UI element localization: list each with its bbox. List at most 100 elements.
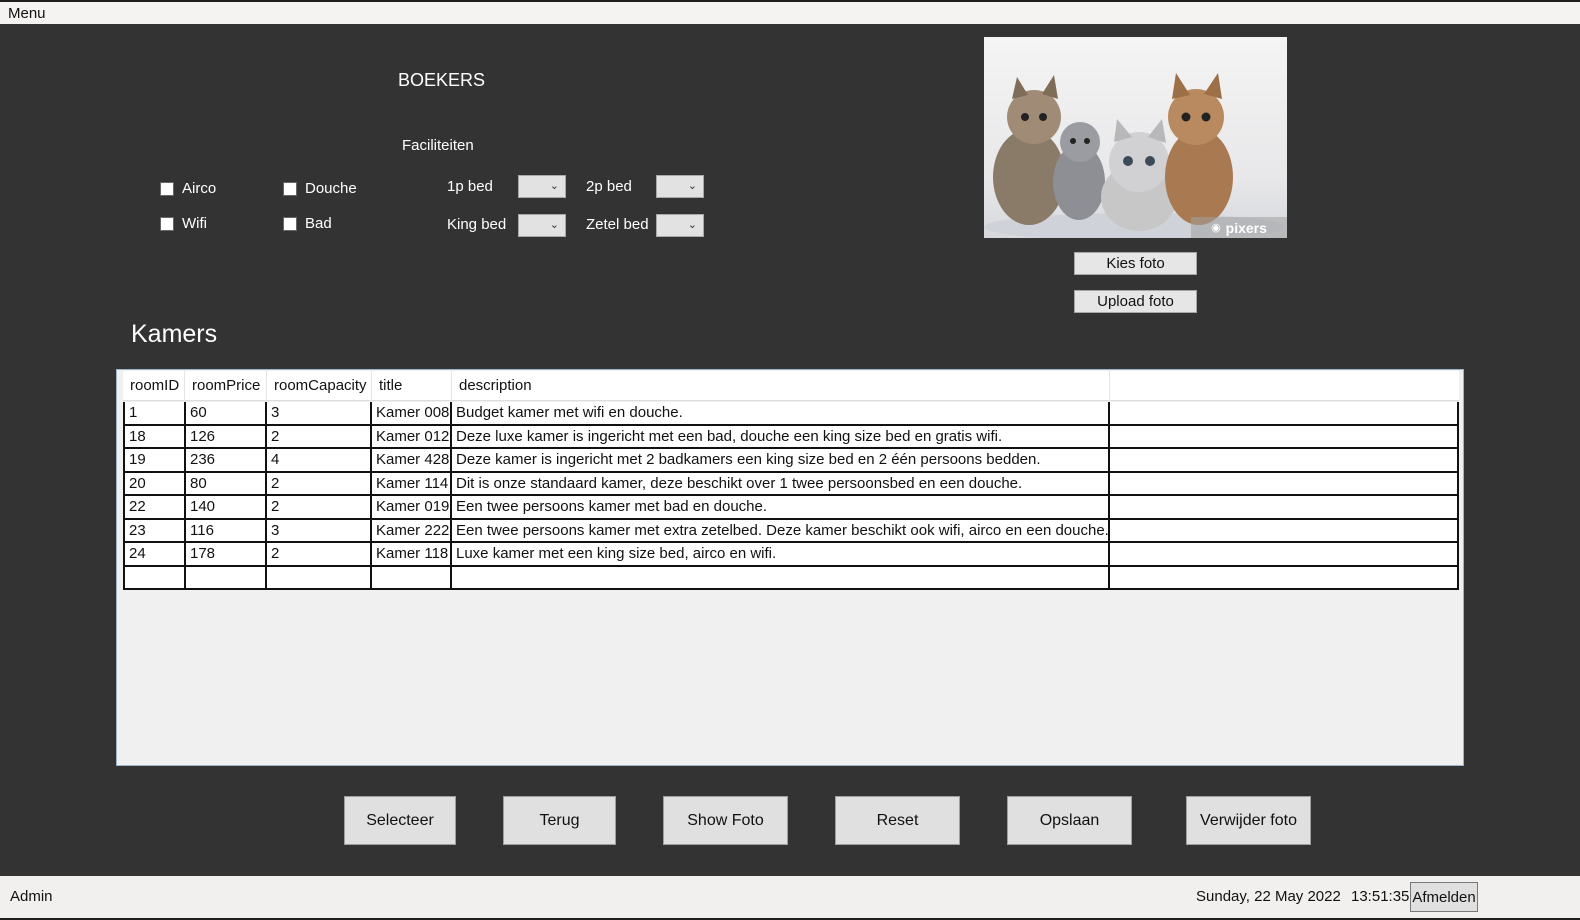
choose-photo-button[interactable]: Kies foto	[1074, 252, 1197, 275]
cell-filler	[1110, 472, 1459, 495]
checkbox-label-airco: Airco	[182, 180, 217, 197]
checkbox-douche[interactable]: Douche	[283, 180, 357, 197]
back-button[interactable]: Terug	[503, 796, 616, 845]
cell-title[interactable]: Kamer 118	[372, 543, 452, 565]
table-row[interactable]: 1 60 3 Kamer 008 Budget kamer met wifi e…	[123, 402, 1459, 426]
menu-item-menu[interactable]: Menu	[8, 5, 46, 22]
select-button[interactable]: Selecteer	[344, 796, 456, 845]
cell-roomid[interactable]: 1	[123, 402, 186, 424]
status-bar: Admin Sunday, 22 May 2022 13:51:35 Afmel…	[0, 876, 1580, 920]
chevron-down-icon: ⌄	[549, 180, 559, 192]
cell-roomcapacity[interactable]: 3	[267, 402, 372, 424]
rooms-table[interactable]: roomID roomPrice roomCapacity title desc…	[116, 369, 1464, 766]
page-title: BOEKERS	[398, 70, 486, 90]
logout-button[interactable]: Afmelden	[1410, 882, 1478, 912]
cell-roomcapacity[interactable]: 2	[267, 425, 372, 448]
table-header: roomID roomPrice roomCapacity title desc…	[123, 371, 1459, 401]
table-row[interactable]: 24 178 2 Kamer 118 Luxe kamer met een ki…	[123, 543, 1459, 567]
checkbox-box[interactable]	[160, 216, 174, 231]
cell-roomprice[interactable]: 60	[186, 402, 267, 424]
reset-button[interactable]: Reset	[835, 796, 960, 845]
cell-filler	[1110, 402, 1459, 424]
column-header-roomcapacity[interactable]: roomCapacity	[267, 371, 372, 401]
checkbox-wifi[interactable]: Wifi	[160, 215, 207, 232]
bed-label-2p: 2p bed	[586, 178, 632, 195]
cell-roomcapacity[interactable]	[267, 566, 372, 589]
column-header-title[interactable]: title	[372, 371, 452, 401]
save-button[interactable]: Opslaan	[1007, 796, 1132, 845]
cell-title[interactable]: Kamer 428	[372, 449, 452, 471]
column-header-roomid[interactable]: roomID	[123, 371, 185, 401]
cell-filler	[1110, 449, 1459, 471]
dropdown-zetel-bed[interactable]: ⌄	[656, 214, 704, 237]
cell-roomid[interactable]: 23	[123, 519, 186, 542]
cell-description[interactable]: Dit is onze standaard kamer, deze beschi…	[452, 472, 1110, 495]
cell-title[interactable]: Kamer 222	[372, 519, 452, 542]
cell-title[interactable]	[372, 566, 452, 589]
dropdown-2p-bed[interactable]: ⌄	[656, 175, 704, 198]
checkbox-bad[interactable]: Bad	[283, 215, 332, 232]
cell-roomcapacity[interactable]: 2	[267, 472, 372, 495]
column-header-description[interactable]: description	[452, 371, 1110, 401]
cell-roomcapacity[interactable]: 4	[267, 449, 372, 471]
column-header-roomprice[interactable]: roomPrice	[185, 371, 267, 401]
cell-roomid[interactable]: 24	[123, 543, 186, 565]
cell-roomprice[interactable]	[186, 566, 267, 589]
status-time: 13:51:35	[1351, 888, 1410, 905]
cell-roomid[interactable]	[123, 566, 186, 589]
checkbox-box[interactable]	[283, 216, 297, 231]
room-photo: ◉ pixers	[984, 37, 1287, 238]
status-date: Sunday, 22 May 2022	[1196, 888, 1341, 905]
chevron-down-icon: ⌄	[687, 219, 697, 231]
cell-roomcapacity[interactable]: 2	[267, 543, 372, 565]
cell-title[interactable]: Kamer 008	[372, 402, 452, 424]
cell-roomprice[interactable]: 126	[186, 425, 267, 448]
checkbox-airco[interactable]: Airco	[160, 180, 216, 197]
checkbox-label-douche: Douche	[305, 180, 357, 197]
photo-watermark: ◉ pixers	[1191, 217, 1287, 238]
cell-roomprice[interactable]: 178	[186, 543, 267, 565]
upload-photo-button[interactable]: Upload foto	[1074, 290, 1197, 313]
cell-description[interactable]	[452, 566, 1110, 589]
show-photo-button[interactable]: Show Foto	[663, 796, 788, 845]
table-row[interactable]: 22 140 2 Kamer 019 Een twee persoons kam…	[123, 496, 1459, 520]
table-row[interactable]: 19 236 4 Kamer 428 Deze kamer is ingeric…	[123, 449, 1459, 473]
cell-title[interactable]: Kamer 114	[372, 472, 452, 495]
cell-roomcapacity[interactable]: 3	[267, 519, 372, 542]
delete-photo-button[interactable]: Verwijder foto	[1186, 796, 1311, 845]
table-row[interactable]: 20 80 2 Kamer 114 Dit is onze standaard …	[123, 472, 1459, 496]
cell-description[interactable]: Een twee persoons kamer met extra zetelb…	[452, 519, 1110, 542]
cell-filler	[1110, 496, 1459, 518]
checkbox-box[interactable]	[160, 181, 174, 196]
cell-roomcapacity[interactable]: 2	[267, 496, 372, 518]
cell-description[interactable]: Luxe kamer met een king size bed, airco …	[452, 543, 1110, 565]
dropdown-king-bed[interactable]: ⌄	[518, 214, 566, 237]
cell-description[interactable]: Een twee persoons kamer met bad en douch…	[452, 496, 1110, 518]
table-row[interactable]: 23 116 3 Kamer 222 Een twee persoons kam…	[123, 519, 1459, 543]
cell-description[interactable]: Budget kamer met wifi en douche.	[452, 402, 1110, 424]
camera-icon: ◉	[1211, 222, 1221, 234]
cell-roomid[interactable]: 19	[123, 449, 186, 471]
checkbox-label-wifi: Wifi	[182, 215, 207, 232]
cell-roomid[interactable]: 22	[123, 496, 186, 518]
table-row-new[interactable]	[123, 566, 1459, 590]
bed-label-1p: 1p bed	[447, 178, 493, 195]
dropdown-1p-bed[interactable]: ⌄	[518, 175, 566, 198]
cell-description[interactable]: Deze luxe kamer is ingericht met een bad…	[452, 425, 1110, 448]
cell-roomprice[interactable]: 140	[186, 496, 267, 518]
cell-roomid[interactable]: 18	[123, 425, 186, 448]
watermark-text: pixers	[1225, 219, 1267, 236]
checkbox-label-bad: Bad	[305, 215, 332, 232]
cell-title[interactable]: Kamer 012	[372, 425, 452, 448]
chevron-down-icon: ⌄	[549, 219, 559, 231]
cell-roomprice[interactable]: 80	[186, 472, 267, 495]
cell-title[interactable]: Kamer 019	[372, 496, 452, 518]
cell-filler	[1110, 543, 1459, 565]
cell-roomid[interactable]: 20	[123, 472, 186, 495]
table-body: 1 60 3 Kamer 008 Budget kamer met wifi e…	[123, 402, 1459, 590]
cell-roomprice[interactable]: 236	[186, 449, 267, 471]
checkbox-box[interactable]	[283, 181, 297, 196]
cell-description[interactable]: Deze kamer is ingericht met 2 badkamers …	[452, 449, 1110, 471]
table-row[interactable]: 18 126 2 Kamer 012 Deze luxe kamer is in…	[123, 425, 1459, 449]
cell-roomprice[interactable]: 116	[186, 519, 267, 542]
